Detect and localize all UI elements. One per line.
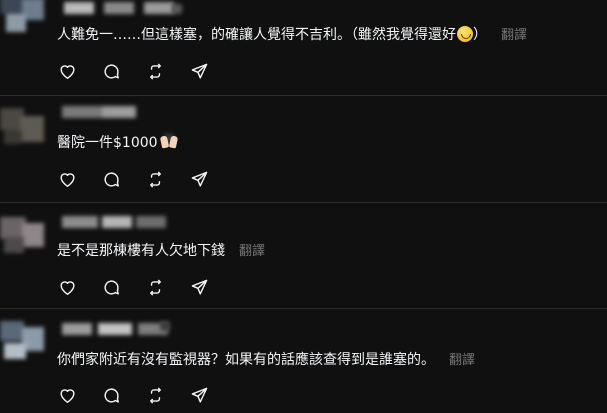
divider bbox=[0, 308, 607, 309]
share-icon[interactable] bbox=[189, 61, 209, 81]
username[interactable] bbox=[64, 2, 184, 14]
comment-text: 人難免一……但這樣塞，的確讓人覺得不吉利。（雖然我覺得還好 ） 翻譯 bbox=[57, 26, 527, 45]
like-icon[interactable] bbox=[57, 277, 77, 297]
comment-text: 你們家附近有沒有監視器？如果有的話應該查得到是誰塞的。 翻譯 bbox=[57, 351, 475, 370]
avatar[interactable] bbox=[0, 108, 46, 148]
comment-text: 醫院一件$1000 bbox=[57, 134, 179, 152]
comment-body: 醫院一件$1000 bbox=[57, 135, 158, 151]
username[interactable] bbox=[62, 323, 172, 335]
avatar[interactable] bbox=[0, 321, 46, 361]
username[interactable] bbox=[62, 216, 172, 228]
comment-body: 你們家附近有沒有監視器？如果有的話應該查得到是誰塞的。 bbox=[57, 352, 435, 368]
share-icon[interactable] bbox=[189, 169, 209, 189]
comment-body: 人難免一……但這樣塞，的確讓人覺得不吉利。（雖然我覺得還好 bbox=[57, 27, 456, 43]
username[interactable] bbox=[62, 106, 152, 118]
avatar[interactable] bbox=[0, 0, 46, 34]
comment-body-tail: ） bbox=[473, 27, 487, 43]
reply-icon[interactable] bbox=[101, 277, 121, 297]
reply-icon[interactable] bbox=[101, 61, 121, 81]
divider bbox=[0, 202, 607, 203]
reply-icon[interactable] bbox=[101, 385, 121, 405]
action-bar bbox=[57, 61, 209, 81]
share-icon[interactable] bbox=[189, 385, 209, 405]
share-icon[interactable] bbox=[189, 277, 209, 297]
divider bbox=[0, 95, 607, 96]
action-bar bbox=[57, 385, 209, 405]
action-bar bbox=[57, 277, 209, 297]
action-bar bbox=[57, 169, 209, 189]
like-icon[interactable] bbox=[57, 385, 77, 405]
comment-body: 是不是那棟樓有人欠地下錢 bbox=[57, 243, 225, 259]
comment-text: 是不是那棟樓有人欠地下錢 翻譯 bbox=[57, 242, 265, 261]
repost-icon[interactable] bbox=[145, 61, 165, 81]
avatar[interactable] bbox=[0, 217, 46, 257]
raised-hands-emoji-icon bbox=[159, 134, 179, 150]
translate-link[interactable]: 翻譯 bbox=[449, 353, 475, 368]
like-icon[interactable] bbox=[57, 169, 77, 189]
translate-link[interactable]: 翻譯 bbox=[501, 28, 527, 43]
timestamp bbox=[172, 4, 182, 14]
repost-icon[interactable] bbox=[145, 277, 165, 297]
reply-icon[interactable] bbox=[101, 169, 121, 189]
timestamp bbox=[160, 321, 170, 331]
grinning-sweat-emoji-icon bbox=[457, 26, 473, 42]
like-icon[interactable] bbox=[57, 61, 77, 81]
translate-link[interactable]: 翻譯 bbox=[239, 244, 265, 259]
repost-icon[interactable] bbox=[145, 385, 165, 405]
repost-icon[interactable] bbox=[145, 169, 165, 189]
